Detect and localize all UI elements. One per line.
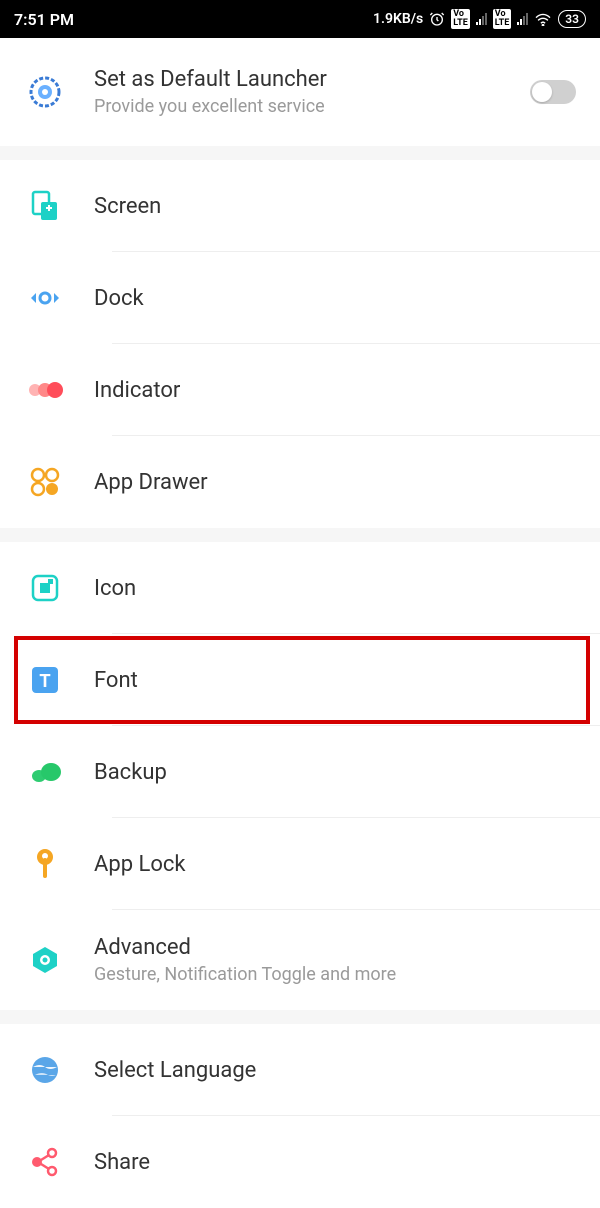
wifi-icon [534, 12, 552, 26]
app-drawer-icon [16, 467, 74, 497]
dock-label: Dock [94, 286, 584, 311]
icon-icon [16, 573, 74, 603]
icon-row[interactable]: Icon [0, 542, 600, 634]
advanced-row[interactable]: Advanced Gesture, Notification Toggle an… [0, 910, 600, 1010]
gear-icon [16, 74, 74, 110]
advanced-subtitle: Gesture, Notification Toggle and more [94, 964, 584, 985]
lock-icon [16, 847, 74, 881]
dock-icon [16, 288, 74, 308]
volte-badge-2: VoLTE [493, 9, 512, 29]
share-row[interactable]: Share [0, 1116, 600, 1208]
set-default-launcher-row[interactable]: Set as Default Launcher Provide you exce… [0, 38, 600, 146]
settings-content: Set as Default Launcher Provide you exce… [0, 38, 600, 1208]
language-row[interactable]: Select Language [0, 1024, 600, 1116]
font-icon: T [16, 665, 74, 695]
icon-label: Icon [94, 576, 584, 601]
share-icon [16, 1147, 74, 1177]
app-drawer-label: App Drawer [94, 470, 584, 495]
font-label: Font [94, 668, 584, 693]
share-label: Share [94, 1150, 584, 1175]
app-lock-row[interactable]: App Lock [0, 818, 600, 910]
indicator-label: Indicator [94, 378, 584, 403]
indicator-row[interactable]: Indicator [0, 344, 600, 436]
backup-row[interactable]: Backup [0, 726, 600, 818]
alarm-icon [429, 11, 445, 27]
status-time: 7:51 PM [14, 10, 74, 29]
font-row[interactable]: T Font [0, 634, 600, 726]
globe-icon [16, 1055, 74, 1085]
indicator-icon [16, 380, 74, 400]
backup-icon [16, 760, 74, 784]
volte-badge-1: VoLTE [451, 9, 470, 29]
app-drawer-row[interactable]: App Drawer [0, 436, 600, 528]
screen-row[interactable]: Screen [0, 160, 600, 252]
launcher-toggle[interactable] [530, 80, 576, 104]
signal-icon-2 [517, 13, 528, 25]
status-net-speed: 1.9KB/s [373, 11, 423, 27]
dock-row[interactable]: Dock [0, 252, 600, 344]
language-label: Select Language [94, 1058, 584, 1083]
signal-icon-1 [476, 13, 487, 25]
backup-label: Backup [94, 760, 584, 785]
launcher-title: Set as Default Launcher [94, 67, 530, 92]
launcher-subtitle: Provide you excellent service [94, 96, 530, 117]
advanced-label: Advanced [94, 935, 584, 960]
status-bar: 7:51 PM 1.9KB/s VoLTE VoLTE 33 [0, 0, 600, 38]
screen-label: Screen [94, 194, 584, 219]
screen-icon [16, 190, 74, 222]
app-lock-label: App Lock [94, 852, 584, 877]
svg-text:T: T [40, 671, 51, 691]
advanced-icon [16, 945, 74, 975]
battery-icon: 33 [558, 10, 586, 28]
